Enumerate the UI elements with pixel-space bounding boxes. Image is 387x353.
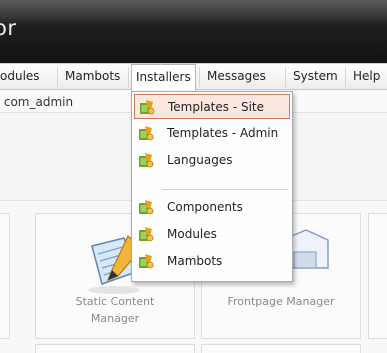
header-gloss [0,0,387,22]
menu-item-languages[interactable]: Languages [134,148,290,173]
menu-item-label: Components [167,200,243,214]
menu-item-installers[interactable]: Installers [131,64,196,92]
menu-separator [57,67,58,87]
app-header: or [0,0,387,63]
main-menubar: odules Mambots Installers Messages Syste… [0,63,387,92]
menu-item-label: Mambots [167,254,223,268]
menu-separator [285,67,286,87]
static-content-label: Static Content Manager [75,295,155,325]
menu-item-mambots[interactable]: Mambots [134,249,290,274]
installer-icon [139,153,154,168]
menu-item-modules[interactable]: odules [0,64,44,90]
menu-divider [162,189,288,190]
cpanel-tile-partial [368,213,387,339]
menu-item-templates-admin[interactable]: Templates - Admin [134,121,290,146]
menu-separator [128,67,129,87]
menu-separator [199,67,200,87]
menu-item-messages[interactable]: Messages [203,64,270,90]
menu-item-help[interactable]: Help [349,64,384,90]
pathway-text: / com_admin [0,95,74,109]
app-title: or [0,16,17,40]
menu-item-mambots[interactable]: Mambots [61,64,124,90]
installer-icon [139,126,154,141]
installer-icon [140,100,155,115]
cpanel-tile-partial [0,213,10,339]
menu-separator [345,67,346,87]
menu-item-label: Templates - Site [168,100,265,114]
installers-dropdown: Templates - Site Templates - Admin Langu… [131,91,293,282]
menu-item-label: Languages [167,153,233,167]
installer-icon [139,200,154,215]
menu-item-label: Modules [167,227,217,241]
installer-icon [139,227,154,242]
frontpage-label: Frontpage Manager [227,295,335,308]
menu-item-components[interactable]: Components [134,195,290,220]
menu-item-label: Templates - Admin [167,126,279,140]
cpanel-row-next [35,344,195,353]
menu-item-templates-site[interactable]: Templates - Site [134,94,290,119]
menu-item-system[interactable]: System [289,64,342,90]
installer-icon [139,254,154,269]
menu-item-modules[interactable]: Modules [134,222,290,247]
cpanel-row-next [201,344,361,353]
